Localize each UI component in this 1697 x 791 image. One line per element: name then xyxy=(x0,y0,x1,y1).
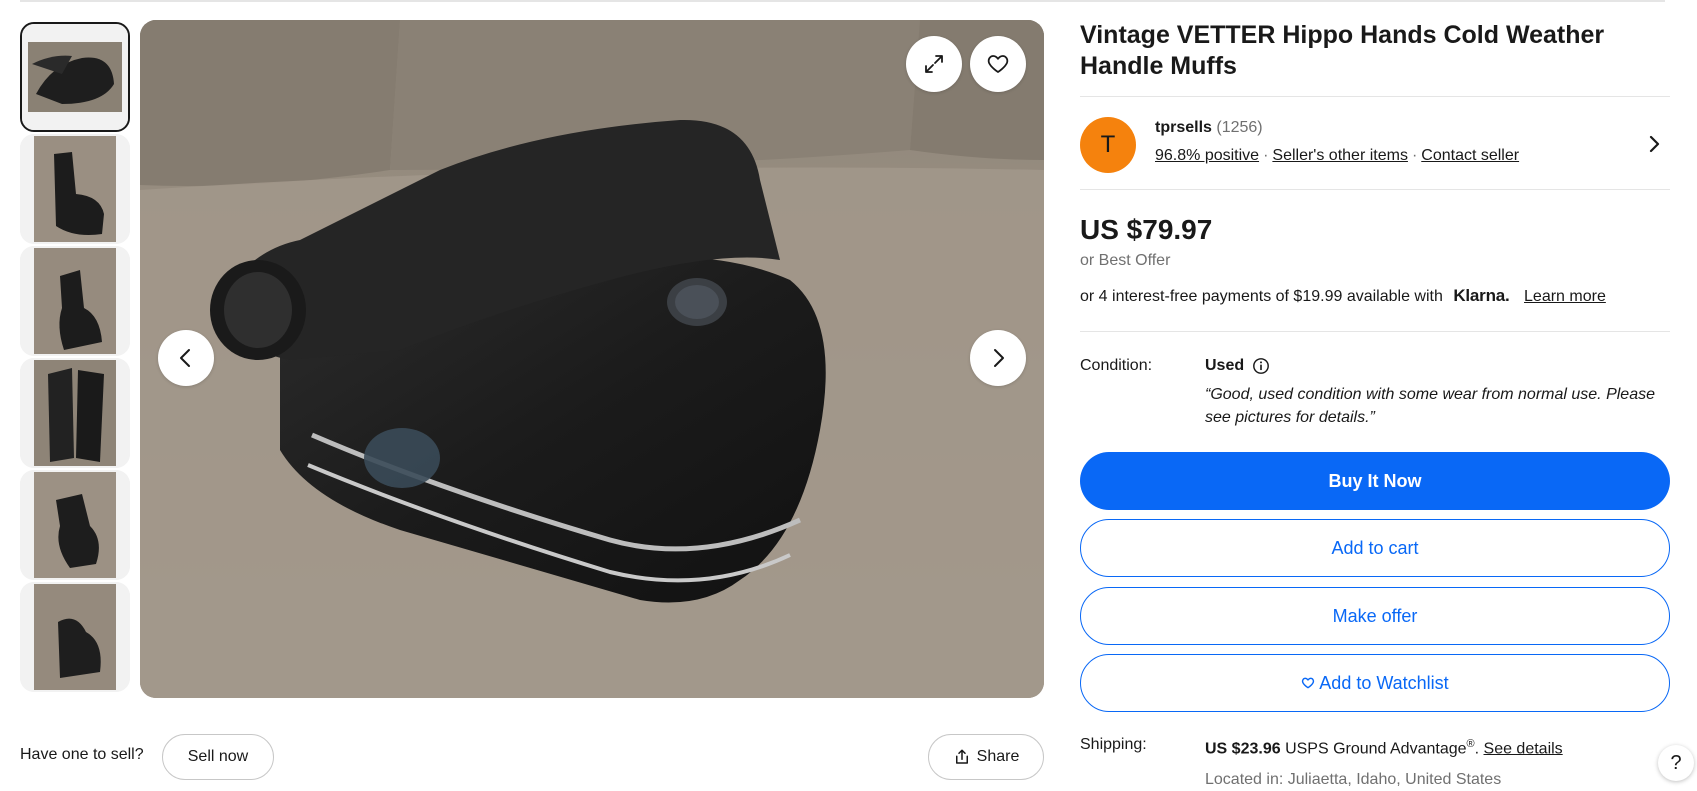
watchlist-label: Add to Watchlist xyxy=(1319,672,1449,693)
condition-description: “Good, used condition with some wear fro… xyxy=(1205,386,1655,426)
thumbnail-image xyxy=(22,24,128,130)
separator-dot: · xyxy=(1411,147,1418,164)
seller-other-items-link[interactable]: Seller's other items xyxy=(1272,147,1408,164)
learn-more-link[interactable]: Learn more xyxy=(1524,288,1606,305)
thumbnail-4[interactable] xyxy=(20,358,130,468)
main-product-image[interactable] xyxy=(140,20,1044,698)
condition-value-row: Used xyxy=(1205,357,1270,375)
installments-text: or 4 interest-free payments of $19.99 av… xyxy=(1080,288,1443,305)
shipping-cost: US $23.96 xyxy=(1205,740,1281,758)
info-icon[interactable] xyxy=(1252,357,1270,375)
seller-links: 96.8% positive · Seller's other items · Cont… xyxy=(1155,147,1519,165)
expand-button[interactable] xyxy=(906,36,962,92)
seller-feedback-count: (1256) xyxy=(1216,119,1263,136)
share-label: Share xyxy=(976,748,1020,765)
shipping-details: US $23.96 USPS Ground Advantage®. See de… xyxy=(1205,738,1563,758)
heart-icon xyxy=(987,55,1009,73)
thumbnail-image xyxy=(20,246,130,356)
registered-mark: ® xyxy=(1466,738,1475,750)
chevron-right-icon xyxy=(994,349,1004,367)
thumbnail-3[interactable] xyxy=(20,246,130,356)
condition-value: Used xyxy=(1205,357,1245,374)
shipping-label: Shipping: xyxy=(1080,736,1147,753)
make-offer-button[interactable]: Make offer xyxy=(1080,587,1670,645)
chevron-left-icon xyxy=(180,349,190,367)
divider xyxy=(1080,331,1670,332)
have-one-to-sell-text: Have one to sell? xyxy=(20,746,144,763)
thumbnail-5[interactable] xyxy=(20,470,130,580)
thumbnail-strip xyxy=(20,22,132,698)
thumbnail-2[interactable] xyxy=(20,134,130,244)
sell-now-button[interactable]: Sell now xyxy=(162,734,274,780)
best-offer-text: or Best Offer xyxy=(1080,252,1171,269)
thumbnail-1[interactable] xyxy=(20,22,130,132)
thumbnail-6[interactable] xyxy=(20,582,130,692)
share-button[interactable]: Share xyxy=(928,734,1044,780)
price: US $79.97 xyxy=(1080,214,1213,245)
item-location: Located in: Juliaetta, Idaho, United Sta… xyxy=(1205,771,1502,788)
klarna-logo: Klarna. xyxy=(1453,286,1510,305)
installments-line: or 4 interest-free payments of $19.99 av… xyxy=(1080,286,1606,306)
thumbnail-image xyxy=(20,134,130,244)
top-divider xyxy=(20,0,1665,2)
positive-feedback-link[interactable]: 96.8% positive xyxy=(1155,147,1259,164)
product-photo xyxy=(140,20,1044,698)
thumbnail-image xyxy=(20,358,130,468)
previous-image-button[interactable] xyxy=(158,330,214,386)
contact-seller-link[interactable]: Contact seller xyxy=(1421,147,1519,164)
listing-title: Vintage VETTER Hippo Hands Cold Weather … xyxy=(1080,21,1605,80)
buy-it-now-button[interactable]: Buy It Now xyxy=(1080,452,1670,510)
thumbnail-image xyxy=(20,582,130,692)
expand-icon xyxy=(925,55,943,73)
share-icon xyxy=(955,749,968,764)
favorite-button[interactable] xyxy=(970,36,1026,92)
next-image-button[interactable] xyxy=(970,330,1026,386)
seller-name[interactable]: tprsells xyxy=(1155,119,1212,136)
add-to-watchlist-button[interactable]: Add to Watchlist xyxy=(1080,654,1670,712)
thumbnail-image xyxy=(20,470,130,580)
see-details-link[interactable]: See details xyxy=(1484,740,1563,757)
shipping-service: USPS Ground Advantage xyxy=(1285,740,1467,758)
divider xyxy=(1080,189,1670,190)
add-to-cart-button[interactable]: Add to cart xyxy=(1080,519,1670,577)
seller-info: tprsells (1256) xyxy=(1155,119,1263,137)
heart-icon xyxy=(1302,677,1315,689)
seller-avatar[interactable]: T xyxy=(1080,117,1136,173)
divider xyxy=(1080,96,1670,97)
separator-dot: · xyxy=(1263,147,1269,164)
chevron-right-icon[interactable] xyxy=(1642,132,1666,156)
help-button[interactable]: ? xyxy=(1658,745,1694,781)
condition-label: Condition: xyxy=(1080,357,1153,374)
